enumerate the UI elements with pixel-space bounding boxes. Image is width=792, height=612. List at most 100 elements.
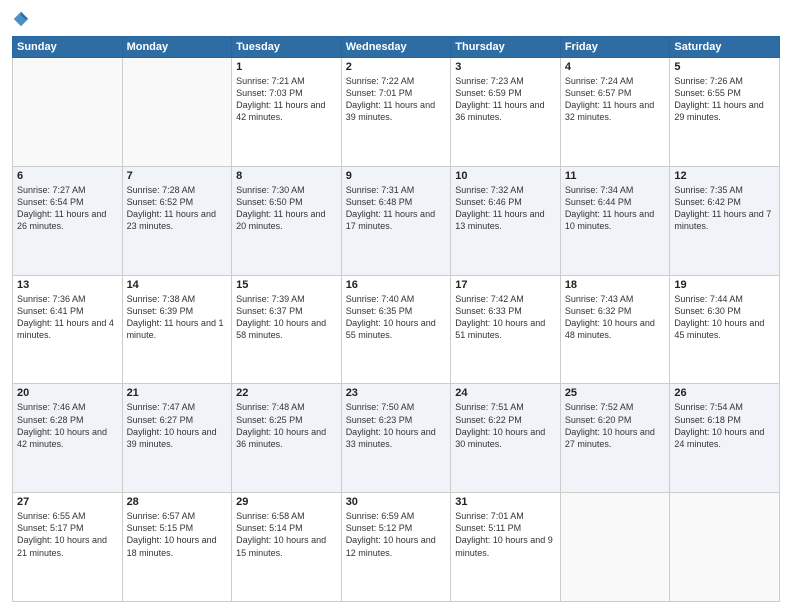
calendar-week-row: 20Sunrise: 7:46 AM Sunset: 6:28 PM Dayli… (13, 384, 780, 493)
calendar-cell (670, 493, 780, 602)
page: SundayMondayTuesdayWednesdayThursdayFrid… (0, 0, 792, 612)
day-info: Sunrise: 7:42 AM Sunset: 6:33 PM Dayligh… (455, 293, 556, 342)
day-number: 10 (455, 170, 556, 182)
calendar-cell: 11Sunrise: 7:34 AM Sunset: 6:44 PM Dayli… (560, 166, 670, 275)
day-number: 12 (674, 170, 775, 182)
day-info: Sunrise: 6:59 AM Sunset: 5:12 PM Dayligh… (346, 510, 447, 559)
header (12, 10, 780, 28)
weekday-header: Wednesday (341, 37, 451, 58)
day-info: Sunrise: 7:43 AM Sunset: 6:32 PM Dayligh… (565, 293, 666, 342)
weekday-header: Sunday (13, 37, 123, 58)
calendar-cell: 22 Sunrise: 7:48 AM Sunset: 6:25 PM Dayli… (232, 384, 342, 493)
calendar-cell: 5 Sunrise: 7:26 AM Sunset: 6:55 PM Daylig… (670, 58, 780, 167)
calendar-cell (122, 58, 232, 167)
calendar-cell: 20Sunrise: 7:46 AM Sunset: 6:28 PM Dayli… (13, 384, 123, 493)
day-number: 27 (17, 496, 118, 508)
day-number: 30 (346, 496, 447, 508)
calendar-cell: 16 Sunrise: 7:40 AM Sunset: 6:35 PM Dayli… (341, 275, 451, 384)
day-number: 23 (346, 387, 447, 399)
day-number: 2 (346, 61, 447, 73)
weekday-header: Friday (560, 37, 670, 58)
calendar-cell (560, 493, 670, 602)
weekday-header: Monday (122, 37, 232, 58)
day-info: Sunrise: 7:26 AM Sunset: 6:55 PM Dayligh… (674, 75, 775, 124)
day-info: Sunrise: 7:50 AM Sunset: 6:23 PM Dayligh… (346, 401, 447, 450)
weekday-header-row: SundayMondayTuesdayWednesdayThursdayFrid… (13, 37, 780, 58)
weekday-header: Tuesday (232, 37, 342, 58)
day-info: Sunrise: 7:22 AM Sunset: 7:01 PM Dayligh… (346, 75, 447, 124)
day-number: 8 (236, 170, 337, 182)
logo-icon (12, 10, 30, 28)
day-number: 22 (236, 387, 337, 399)
calendar-cell: 9 Sunrise: 7:31 AM Sunset: 6:48 PM Daylig… (341, 166, 451, 275)
day-number: 31 (455, 496, 556, 508)
day-info: Sunrise: 7:40 AM Sunset: 6:35 PM Dayligh… (346, 293, 447, 342)
calendar-table: SundayMondayTuesdayWednesdayThursdayFrid… (12, 36, 780, 602)
day-info: Sunrise: 7:27 AM Sunset: 6:54 PM Dayligh… (17, 184, 118, 233)
day-number: 4 (565, 61, 666, 73)
calendar-cell: 2 Sunrise: 7:22 AM Sunset: 7:01 PM Daylig… (341, 58, 451, 167)
day-info: Sunrise: 7:23 AM Sunset: 6:59 PM Dayligh… (455, 75, 556, 124)
calendar-week-row: 13Sunrise: 7:36 AM Sunset: 6:41 PM Dayli… (13, 275, 780, 384)
day-number: 25 (565, 387, 666, 399)
calendar-cell: 3Sunrise: 7:23 AM Sunset: 6:59 PM Daylig… (451, 58, 561, 167)
calendar-cell: 28 Sunrise: 6:57 AM Sunset: 5:15 PM Dayli… (122, 493, 232, 602)
day-number: 19 (674, 279, 775, 291)
day-info: Sunrise: 7:30 AM Sunset: 6:50 PM Dayligh… (236, 184, 337, 233)
day-number: 28 (127, 496, 228, 508)
day-info: Sunrise: 7:52 AM Sunset: 6:20 PM Dayligh… (565, 401, 666, 450)
day-number: 1 (236, 61, 337, 73)
day-number: 14 (127, 279, 228, 291)
day-number: 24 (455, 387, 556, 399)
day-info: Sunrise: 7:35 AM Sunset: 6:42 PM Dayligh… (674, 184, 775, 233)
calendar-week-row: 27 Sunrise: 6:55 AM Sunset: 5:17 PM Dayli… (13, 493, 780, 602)
calendar-cell (13, 58, 123, 167)
calendar-cell: 30 Sunrise: 6:59 AM Sunset: 5:12 PM Dayli… (341, 493, 451, 602)
calendar-cell: 24Sunrise: 7:51 AM Sunset: 6:22 PM Dayli… (451, 384, 561, 493)
calendar-cell: 6 Sunrise: 7:27 AM Sunset: 6:54 PM Daylig… (13, 166, 123, 275)
calendar-cell: 17Sunrise: 7:42 AM Sunset: 6:33 PM Dayli… (451, 275, 561, 384)
calendar-cell: 19 Sunrise: 7:44 AM Sunset: 6:30 PM Dayli… (670, 275, 780, 384)
day-number: 26 (674, 387, 775, 399)
calendar-cell: 7 Sunrise: 7:28 AM Sunset: 6:52 PM Daylig… (122, 166, 232, 275)
calendar-cell: 26Sunrise: 7:54 AM Sunset: 6:18 PM Dayli… (670, 384, 780, 493)
calendar-cell: 23 Sunrise: 7:50 AM Sunset: 6:23 PM Dayli… (341, 384, 451, 493)
day-number: 29 (236, 496, 337, 508)
day-info: Sunrise: 7:39 AM Sunset: 6:37 PM Dayligh… (236, 293, 337, 342)
day-info: Sunrise: 7:01 AM Sunset: 5:11 PM Dayligh… (455, 510, 556, 559)
day-info: Sunrise: 6:55 AM Sunset: 5:17 PM Dayligh… (17, 510, 118, 559)
day-number: 6 (17, 170, 118, 182)
calendar-cell: 1 Sunrise: 7:21 AM Sunset: 7:03 PM Daylig… (232, 58, 342, 167)
calendar-cell: 27 Sunrise: 6:55 AM Sunset: 5:17 PM Dayli… (13, 493, 123, 602)
calendar-cell: 31 Sunrise: 7:01 AM Sunset: 5:11 PM Dayli… (451, 493, 561, 602)
day-number: 20 (17, 387, 118, 399)
day-info: Sunrise: 7:44 AM Sunset: 6:30 PM Dayligh… (674, 293, 775, 342)
calendar-cell: 4Sunrise: 7:24 AM Sunset: 6:57 PM Daylig… (560, 58, 670, 167)
day-number: 7 (127, 170, 228, 182)
calendar-cell: 18 Sunrise: 7:43 AM Sunset: 6:32 PM Dayli… (560, 275, 670, 384)
calendar-cell: 29 Sunrise: 6:58 AM Sunset: 5:14 PM Dayli… (232, 493, 342, 602)
day-info: Sunrise: 6:58 AM Sunset: 5:14 PM Dayligh… (236, 510, 337, 559)
day-info: Sunrise: 6:57 AM Sunset: 5:15 PM Dayligh… (127, 510, 228, 559)
day-number: 18 (565, 279, 666, 291)
day-info: Sunrise: 7:38 AM Sunset: 6:39 PM Dayligh… (127, 293, 228, 342)
day-number: 5 (674, 61, 775, 73)
day-info: Sunrise: 7:47 AM Sunset: 6:27 PM Dayligh… (127, 401, 228, 450)
day-number: 13 (17, 279, 118, 291)
day-info: Sunrise: 7:31 AM Sunset: 6:48 PM Dayligh… (346, 184, 447, 233)
calendar-cell: 8 Sunrise: 7:30 AM Sunset: 6:50 PM Daylig… (232, 166, 342, 275)
day-number: 16 (346, 279, 447, 291)
day-info: Sunrise: 7:21 AM Sunset: 7:03 PM Dayligh… (236, 75, 337, 124)
calendar-cell: 14 Sunrise: 7:38 AM Sunset: 6:39 PM Dayli… (122, 275, 232, 384)
weekday-header: Thursday (451, 37, 561, 58)
day-info: Sunrise: 7:28 AM Sunset: 6:52 PM Dayligh… (127, 184, 228, 233)
calendar-cell: 12 Sunrise: 7:35 AM Sunset: 6:42 PM Dayli… (670, 166, 780, 275)
day-number: 9 (346, 170, 447, 182)
day-number: 21 (127, 387, 228, 399)
calendar-week-row: 6 Sunrise: 7:27 AM Sunset: 6:54 PM Daylig… (13, 166, 780, 275)
logo (12, 10, 32, 28)
calendar-cell: 15Sunrise: 7:39 AM Sunset: 6:37 PM Dayli… (232, 275, 342, 384)
calendar-cell: 13Sunrise: 7:36 AM Sunset: 6:41 PM Dayli… (13, 275, 123, 384)
day-info: Sunrise: 7:48 AM Sunset: 6:25 PM Dayligh… (236, 401, 337, 450)
weekday-header: Saturday (670, 37, 780, 58)
